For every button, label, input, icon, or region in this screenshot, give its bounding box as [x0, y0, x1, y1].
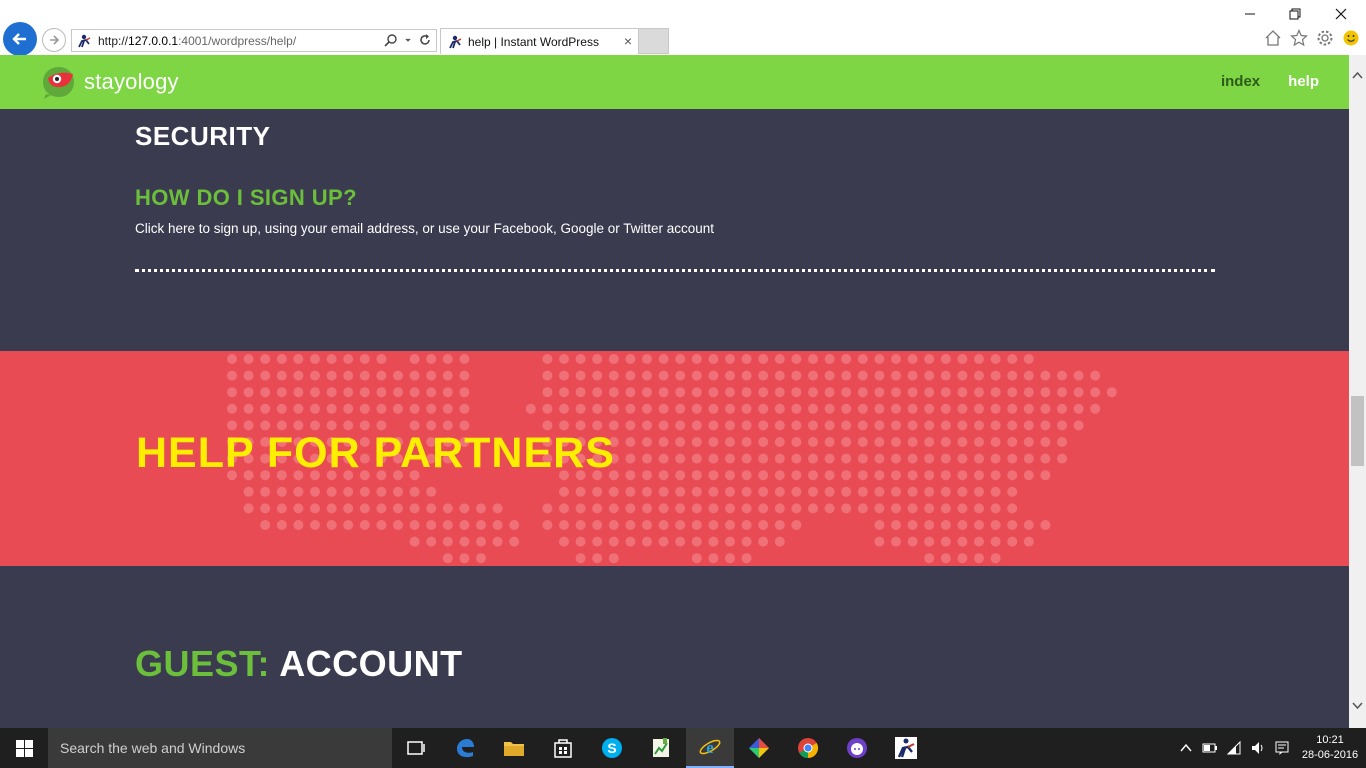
nav-link-index[interactable]: index	[1221, 73, 1260, 90]
site-nav: index help	[1221, 73, 1319, 90]
taskbar-internet-explorer[interactable]: e	[686, 728, 734, 768]
back-button[interactable]	[3, 22, 37, 56]
clock-date: 28-06-2016	[1301, 749, 1359, 761]
scrollbar-thumb[interactable]	[1351, 396, 1364, 466]
browser-toolbar-icons	[1264, 29, 1360, 47]
taskbar-instant-wordpress[interactable]	[882, 728, 930, 768]
taskbar-notes-app[interactable]	[637, 728, 685, 768]
vertical-scrollbar[interactable]	[1349, 55, 1366, 728]
battery-icon[interactable]	[1202, 740, 1218, 756]
svg-text:S: S	[607, 740, 616, 756]
tab-favicon-icon	[449, 35, 462, 48]
git-diamond-icon	[749, 738, 769, 758]
guest-label: GUEST:	[135, 643, 271, 684]
taskbar-git-app[interactable]	[735, 728, 783, 768]
nav-link-help[interactable]: help	[1288, 73, 1319, 90]
task-view-icon	[407, 741, 425, 755]
clock-time: 10:21	[1316, 734, 1344, 746]
favorites-star-icon[interactable]	[1290, 29, 1308, 47]
edge-icon	[457, 739, 474, 758]
partners-banner-title: HELP FOR PARTNERS	[136, 429, 615, 477]
tab-title: help | Instant WordPress	[468, 34, 599, 49]
feedback-smiley-icon[interactable]	[1342, 29, 1360, 47]
taskbar-search-placeholder: Search the web and Windows	[60, 740, 246, 756]
page-viewport: stayology index help SECURITY HOW DO I S…	[0, 55, 1349, 728]
notepad-chart-icon	[653, 738, 669, 757]
wifi-icon[interactable]	[1226, 740, 1242, 756]
refresh-icon[interactable]	[418, 33, 432, 47]
tab-active[interactable]: help | Instant WordPress ×	[440, 28, 639, 54]
restore-icon	[1289, 8, 1301, 20]
site-logo[interactable]: stayology	[40, 64, 179, 100]
guest-section-label: ACCOUNT	[279, 643, 463, 684]
volume-icon[interactable]	[1250, 740, 1266, 756]
home-icon[interactable]	[1264, 29, 1282, 47]
taskbar-edge[interactable]	[441, 728, 489, 768]
instant-wordpress-icon	[895, 737, 917, 759]
windows-taskbar: Search the web and Windows S e 10:21 28-…	[0, 728, 1366, 768]
taskbar-file-explorer[interactable]	[490, 728, 538, 768]
faq-question: HOW DO I SIGN UP?	[135, 185, 357, 210]
stayology-logo-icon	[43, 67, 74, 99]
skype-icon: S	[602, 738, 622, 758]
section-title: SECURITY	[135, 121, 271, 151]
minimize-button[interactable]	[1227, 4, 1273, 24]
store-bag-icon	[554, 739, 572, 758]
address-bar[interactable]: http://127.0.0.1:4001/wordpress/help/	[71, 29, 437, 52]
guest-account-heading: GUEST: ACCOUNT	[135, 643, 463, 685]
close-icon	[1335, 8, 1347, 20]
chrome-icon	[798, 738, 819, 759]
forward-arrow-icon	[50, 35, 60, 45]
tab-close-icon[interactable]: ×	[624, 34, 632, 48]
search-icon[interactable]	[384, 33, 398, 47]
new-tab-button[interactable]	[639, 28, 669, 54]
system-tray: 10:21 28-06-2016	[1174, 728, 1366, 768]
taskbar-github-desktop[interactable]	[833, 728, 881, 768]
taskbar-clock[interactable]: 10:21 28-06-2016	[1294, 733, 1366, 763]
windows-logo-icon	[15, 739, 33, 757]
partners-banner: HELP FOR PARTNERS	[0, 351, 1349, 566]
dotted-divider	[135, 269, 1215, 272]
site-header: stayology index help	[0, 55, 1349, 109]
minimize-icon	[1245, 13, 1255, 15]
taskbar-skype[interactable]: S	[588, 728, 636, 768]
scroll-up-icon[interactable]	[1352, 70, 1363, 81]
url-text: http://127.0.0.1:4001/wordpress/help/	[98, 33, 297, 48]
close-window-button[interactable]	[1318, 4, 1364, 24]
github-cat-icon	[847, 738, 867, 758]
folder-icon	[504, 742, 524, 756]
settings-gear-icon[interactable]	[1316, 29, 1334, 47]
action-center-icon[interactable]	[1274, 740, 1290, 756]
back-arrow-icon	[12, 33, 26, 45]
logo-text: stayology	[84, 69, 179, 94]
dropdown-chevron-icon[interactable]	[404, 33, 412, 47]
restore-button[interactable]	[1272, 4, 1318, 24]
taskbar-chrome[interactable]	[784, 728, 832, 768]
start-button[interactable]	[0, 728, 48, 768]
faq-answer-link[interactable]: Click here to sign up, using your email …	[135, 221, 714, 236]
scroll-down-icon[interactable]	[1352, 700, 1363, 711]
forward-button[interactable]	[42, 28, 66, 52]
taskbar-store[interactable]	[539, 728, 587, 768]
browser-chrome: http://127.0.0.1:4001/wordpress/help/ he…	[0, 0, 1366, 56]
site-favicon-icon	[78, 34, 91, 47]
task-view-button[interactable]	[392, 728, 440, 768]
internet-explorer-icon: e	[699, 738, 721, 757]
tray-chevron-up-icon[interactable]	[1178, 740, 1194, 756]
svg-text:e: e	[706, 738, 714, 757]
taskbar-search-box[interactable]: Search the web and Windows	[48, 728, 392, 768]
